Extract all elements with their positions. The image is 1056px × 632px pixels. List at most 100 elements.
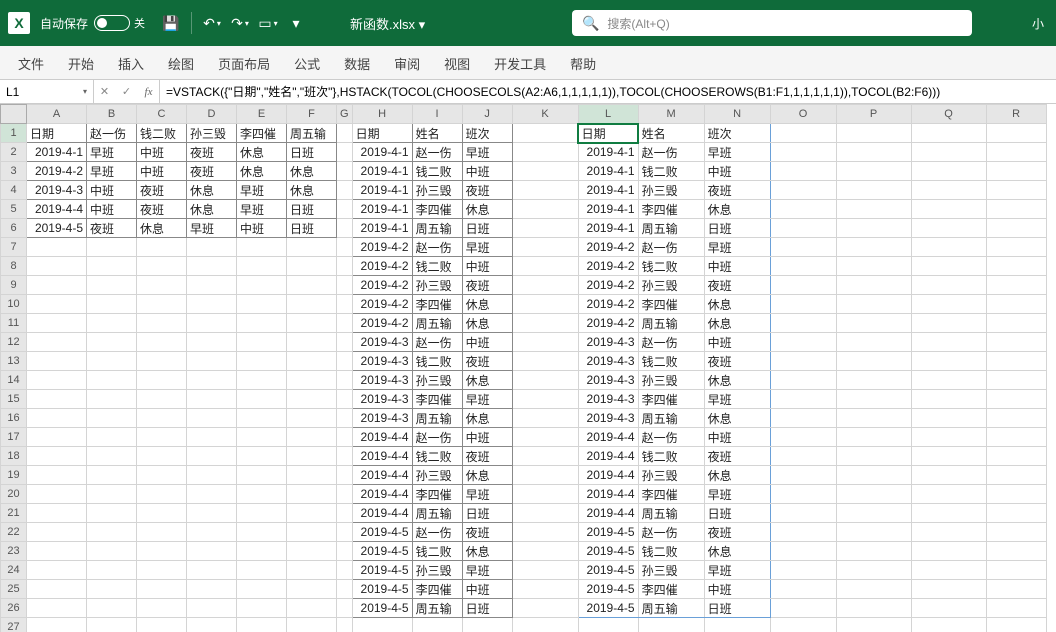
- row-header-19[interactable]: 19: [1, 466, 27, 485]
- cell-M18[interactable]: 钱二败: [638, 447, 704, 466]
- cell-O11[interactable]: [770, 314, 836, 333]
- row-header-3[interactable]: 3: [1, 162, 27, 181]
- cell-K11[interactable]: [512, 314, 578, 333]
- cell-J7[interactable]: 早班: [462, 238, 512, 257]
- cell-D20[interactable]: [187, 485, 237, 504]
- cell-L5[interactable]: 2019-4-1: [578, 200, 638, 219]
- cell-R15[interactable]: [986, 390, 1046, 409]
- cell-D10[interactable]: [187, 295, 237, 314]
- cell-I17[interactable]: 赵一伤: [412, 428, 462, 447]
- cell-J10[interactable]: 休息: [462, 295, 512, 314]
- cell-I16[interactable]: 周五输: [412, 409, 462, 428]
- cell-B12[interactable]: [87, 333, 137, 352]
- cell-R9[interactable]: [986, 276, 1046, 295]
- cell-C8[interactable]: [137, 257, 187, 276]
- cell-I14[interactable]: 孙三毁: [412, 371, 462, 390]
- cell-H6[interactable]: 2019-4-1: [352, 219, 412, 238]
- cell-J6[interactable]: 日班: [462, 219, 512, 238]
- cell-C20[interactable]: [137, 485, 187, 504]
- cell-D18[interactable]: [187, 447, 237, 466]
- cell-B26[interactable]: [87, 599, 137, 618]
- cell-H13[interactable]: 2019-4-3: [352, 352, 412, 371]
- row-header-18[interactable]: 18: [1, 447, 27, 466]
- row-header-24[interactable]: 24: [1, 561, 27, 580]
- cell-K13[interactable]: [512, 352, 578, 371]
- cell-A10[interactable]: [27, 295, 87, 314]
- cell-E19[interactable]: [237, 466, 287, 485]
- cell-P1[interactable]: [836, 124, 911, 143]
- cell-F1[interactable]: 周五输: [287, 124, 337, 143]
- cell-R25[interactable]: [986, 580, 1046, 599]
- cell-F4[interactable]: 休息: [287, 181, 337, 200]
- cell-P2[interactable]: [836, 143, 911, 162]
- cell-I12[interactable]: 赵一伤: [412, 333, 462, 352]
- cell-J14[interactable]: 休息: [462, 371, 512, 390]
- cell-Q5[interactable]: [911, 200, 986, 219]
- cell-K12[interactable]: [512, 333, 578, 352]
- tab-developer[interactable]: 开发工具: [482, 46, 558, 79]
- cell-F15[interactable]: [287, 390, 337, 409]
- cell-R23[interactable]: [986, 542, 1046, 561]
- cell-L10[interactable]: 2019-4-2: [578, 295, 638, 314]
- cell-A21[interactable]: [27, 504, 87, 523]
- row-header-23[interactable]: 23: [1, 542, 27, 561]
- cell-H7[interactable]: 2019-4-2: [352, 238, 412, 257]
- cell-M2[interactable]: 赵一伤: [638, 143, 704, 162]
- cell-J8[interactable]: 中班: [462, 257, 512, 276]
- cell-D3[interactable]: 夜班: [187, 162, 237, 181]
- cell-G27[interactable]: [337, 618, 353, 632]
- cell-I1[interactable]: 姓名: [412, 124, 462, 143]
- cell-I21[interactable]: 周五输: [412, 504, 462, 523]
- cell-O14[interactable]: [770, 371, 836, 390]
- cell-P5[interactable]: [836, 200, 911, 219]
- cell-O7[interactable]: [770, 238, 836, 257]
- cell-J16[interactable]: 休息: [462, 409, 512, 428]
- col-header-F[interactable]: F: [287, 105, 337, 124]
- search-box[interactable]: 🔍 搜索(Alt+Q): [572, 10, 972, 36]
- cell-H4[interactable]: 2019-4-1: [352, 181, 412, 200]
- cell-E5[interactable]: 早班: [237, 200, 287, 219]
- cell-C13[interactable]: [137, 352, 187, 371]
- file-name[interactable]: 新函数.xlsx ▾: [350, 14, 425, 33]
- cell-C3[interactable]: 中班: [137, 162, 187, 181]
- cell-G22[interactable]: [337, 523, 353, 542]
- cell-A26[interactable]: [27, 599, 87, 618]
- cell-I9[interactable]: 孙三毁: [412, 276, 462, 295]
- cell-E23[interactable]: [237, 542, 287, 561]
- col-header-Q[interactable]: Q: [911, 105, 986, 124]
- cell-B5[interactable]: 中班: [87, 200, 137, 219]
- cell-G21[interactable]: [337, 504, 353, 523]
- cell-Q18[interactable]: [911, 447, 986, 466]
- cell-F5[interactable]: 日班: [287, 200, 337, 219]
- cell-N22[interactable]: 夜班: [704, 523, 770, 542]
- cell-L8[interactable]: 2019-4-2: [578, 257, 638, 276]
- cell-D16[interactable]: [187, 409, 237, 428]
- cell-N4[interactable]: 夜班: [704, 181, 770, 200]
- cell-M3[interactable]: 钱二败: [638, 162, 704, 181]
- cell-G4[interactable]: [337, 181, 353, 200]
- cell-H1[interactable]: 日期: [352, 124, 412, 143]
- row-header-21[interactable]: 21: [1, 504, 27, 523]
- cell-O24[interactable]: [770, 561, 836, 580]
- cell-F9[interactable]: [287, 276, 337, 295]
- cell-D5[interactable]: 休息: [187, 200, 237, 219]
- cell-H23[interactable]: 2019-4-5: [352, 542, 412, 561]
- cell-O1[interactable]: [770, 124, 836, 143]
- cell-G14[interactable]: [337, 371, 353, 390]
- cell-I11[interactable]: 周五输: [412, 314, 462, 333]
- cell-P10[interactable]: [836, 295, 911, 314]
- col-header-N[interactable]: N: [704, 105, 770, 124]
- cell-D11[interactable]: [187, 314, 237, 333]
- cell-D15[interactable]: [187, 390, 237, 409]
- cell-N7[interactable]: 早班: [704, 238, 770, 257]
- cell-N16[interactable]: 休息: [704, 409, 770, 428]
- cell-B27[interactable]: [87, 618, 137, 632]
- cell-C17[interactable]: [137, 428, 187, 447]
- cell-M8[interactable]: 钱二败: [638, 257, 704, 276]
- cell-B24[interactable]: [87, 561, 137, 580]
- cell-L18[interactable]: 2019-4-4: [578, 447, 638, 466]
- cell-H14[interactable]: 2019-4-3: [352, 371, 412, 390]
- cell-C1[interactable]: 钱二败: [137, 124, 187, 143]
- cell-A2[interactable]: 2019-4-1: [27, 143, 87, 162]
- cell-Q1[interactable]: [911, 124, 986, 143]
